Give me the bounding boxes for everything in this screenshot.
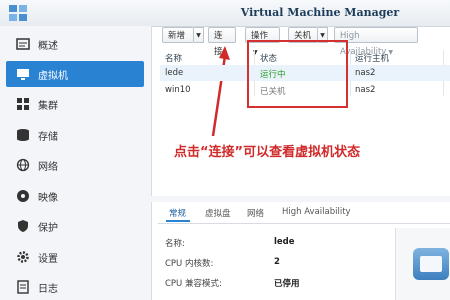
detail-row: CPU 兼容模式: 已停用: [165, 277, 395, 291]
active-tab-indicator: [166, 220, 190, 222]
sidebar-item-storage[interactable]: 存储: [6, 122, 144, 148]
sidebar-item-label: 日志: [38, 284, 58, 295]
status-highlight-box: [247, 40, 348, 108]
connect-button[interactable]: 连接: [208, 27, 236, 57]
sidebar-item-cluster[interactable]: 集群: [6, 91, 144, 117]
new-button[interactable]: 新增: [162, 27, 194, 43]
panel-divider: [151, 196, 450, 202]
tab-network[interactable]: 网络: [247, 207, 264, 219]
sidebar-item-network[interactable]: 网络: [6, 152, 144, 178]
detail-row: CPU 内核数: 2: [165, 257, 395, 271]
gear-icon: [17, 251, 29, 263]
detail-tabs: 常规 虚拟盘 网络 High Availability: [158, 203, 450, 224]
image-icon: [17, 190, 29, 202]
vm-host: nas2: [355, 85, 376, 95]
sidebar-item-label: 设置: [38, 254, 58, 265]
sidebar-item-protection[interactable]: 保护: [6, 213, 144, 239]
title-bar: Virtual Machine Manager: [0, 0, 450, 27]
column-header-host[interactable]: 运行主机: [355, 52, 389, 64]
sidebar-item-overview[interactable]: 概述: [6, 31, 144, 57]
sidebar-item-label: 保护: [38, 223, 58, 234]
sidebar-item-label: 存储: [38, 132, 58, 143]
detail-key: CPU 兼容模式:: [165, 279, 222, 289]
chevron-down-icon: ▼: [320, 32, 325, 39]
detail-value: 2: [274, 257, 280, 267]
annotation-text: 点击“连接”可以查看虚拟机状态: [174, 145, 361, 160]
vm-name: win10: [165, 85, 191, 95]
new-dropdown-button[interactable]: ▼: [194, 27, 204, 43]
chevron-down-icon: ▼: [196, 32, 201, 39]
sidebar-item-vm[interactable]: 虚拟机: [6, 61, 144, 87]
column-header-name[interactable]: 名称: [165, 52, 182, 64]
detail-value: 已停用: [274, 279, 300, 289]
detail-value: lede: [274, 237, 295, 247]
sidebar-item-settings[interactable]: 设置: [6, 244, 144, 270]
monitor-icon: [413, 248, 449, 280]
cluster-icon: [17, 98, 29, 110]
new-button-label: 新增: [168, 31, 186, 41]
sidebar-item-label: 概述: [38, 41, 58, 52]
storage-icon: [17, 129, 29, 141]
network-icon: [16, 158, 30, 172]
vm-preview: [395, 228, 450, 300]
sidebar-item-label: 集群: [38, 101, 58, 112]
sidebar-item-label: 映像: [38, 193, 58, 204]
detail-key: 名称:: [165, 239, 185, 249]
overview-icon: [16, 38, 30, 50]
log-icon: [17, 280, 29, 294]
vm-icon: [17, 69, 29, 80]
tab-high-availability[interactable]: High Availability: [282, 207, 351, 217]
sidebar-item-label: 虚拟机: [38, 71, 68, 82]
sidebar: 概述 虚拟机 集群 存储 网络 映像 保护 设置 日志: [0, 26, 152, 300]
tab-virtual-disk[interactable]: 虚拟盘: [205, 207, 231, 219]
protection-icon: [18, 220, 28, 232]
detail-key: CPU 内核数:: [165, 259, 214, 269]
app-title: Virtual Machine Manager: [240, 6, 400, 19]
app-logo-icon: [9, 5, 27, 21]
sidebar-item-label: 网络: [38, 162, 58, 173]
sidebar-item-image[interactable]: 映像: [6, 183, 144, 209]
vm-host: nas2: [355, 68, 376, 78]
tab-general[interactable]: 常规: [169, 207, 186, 219]
vm-name: lede: [165, 68, 184, 78]
sidebar-item-log[interactable]: 日志: [6, 274, 144, 300]
detail-row: 名称: lede: [165, 237, 395, 251]
